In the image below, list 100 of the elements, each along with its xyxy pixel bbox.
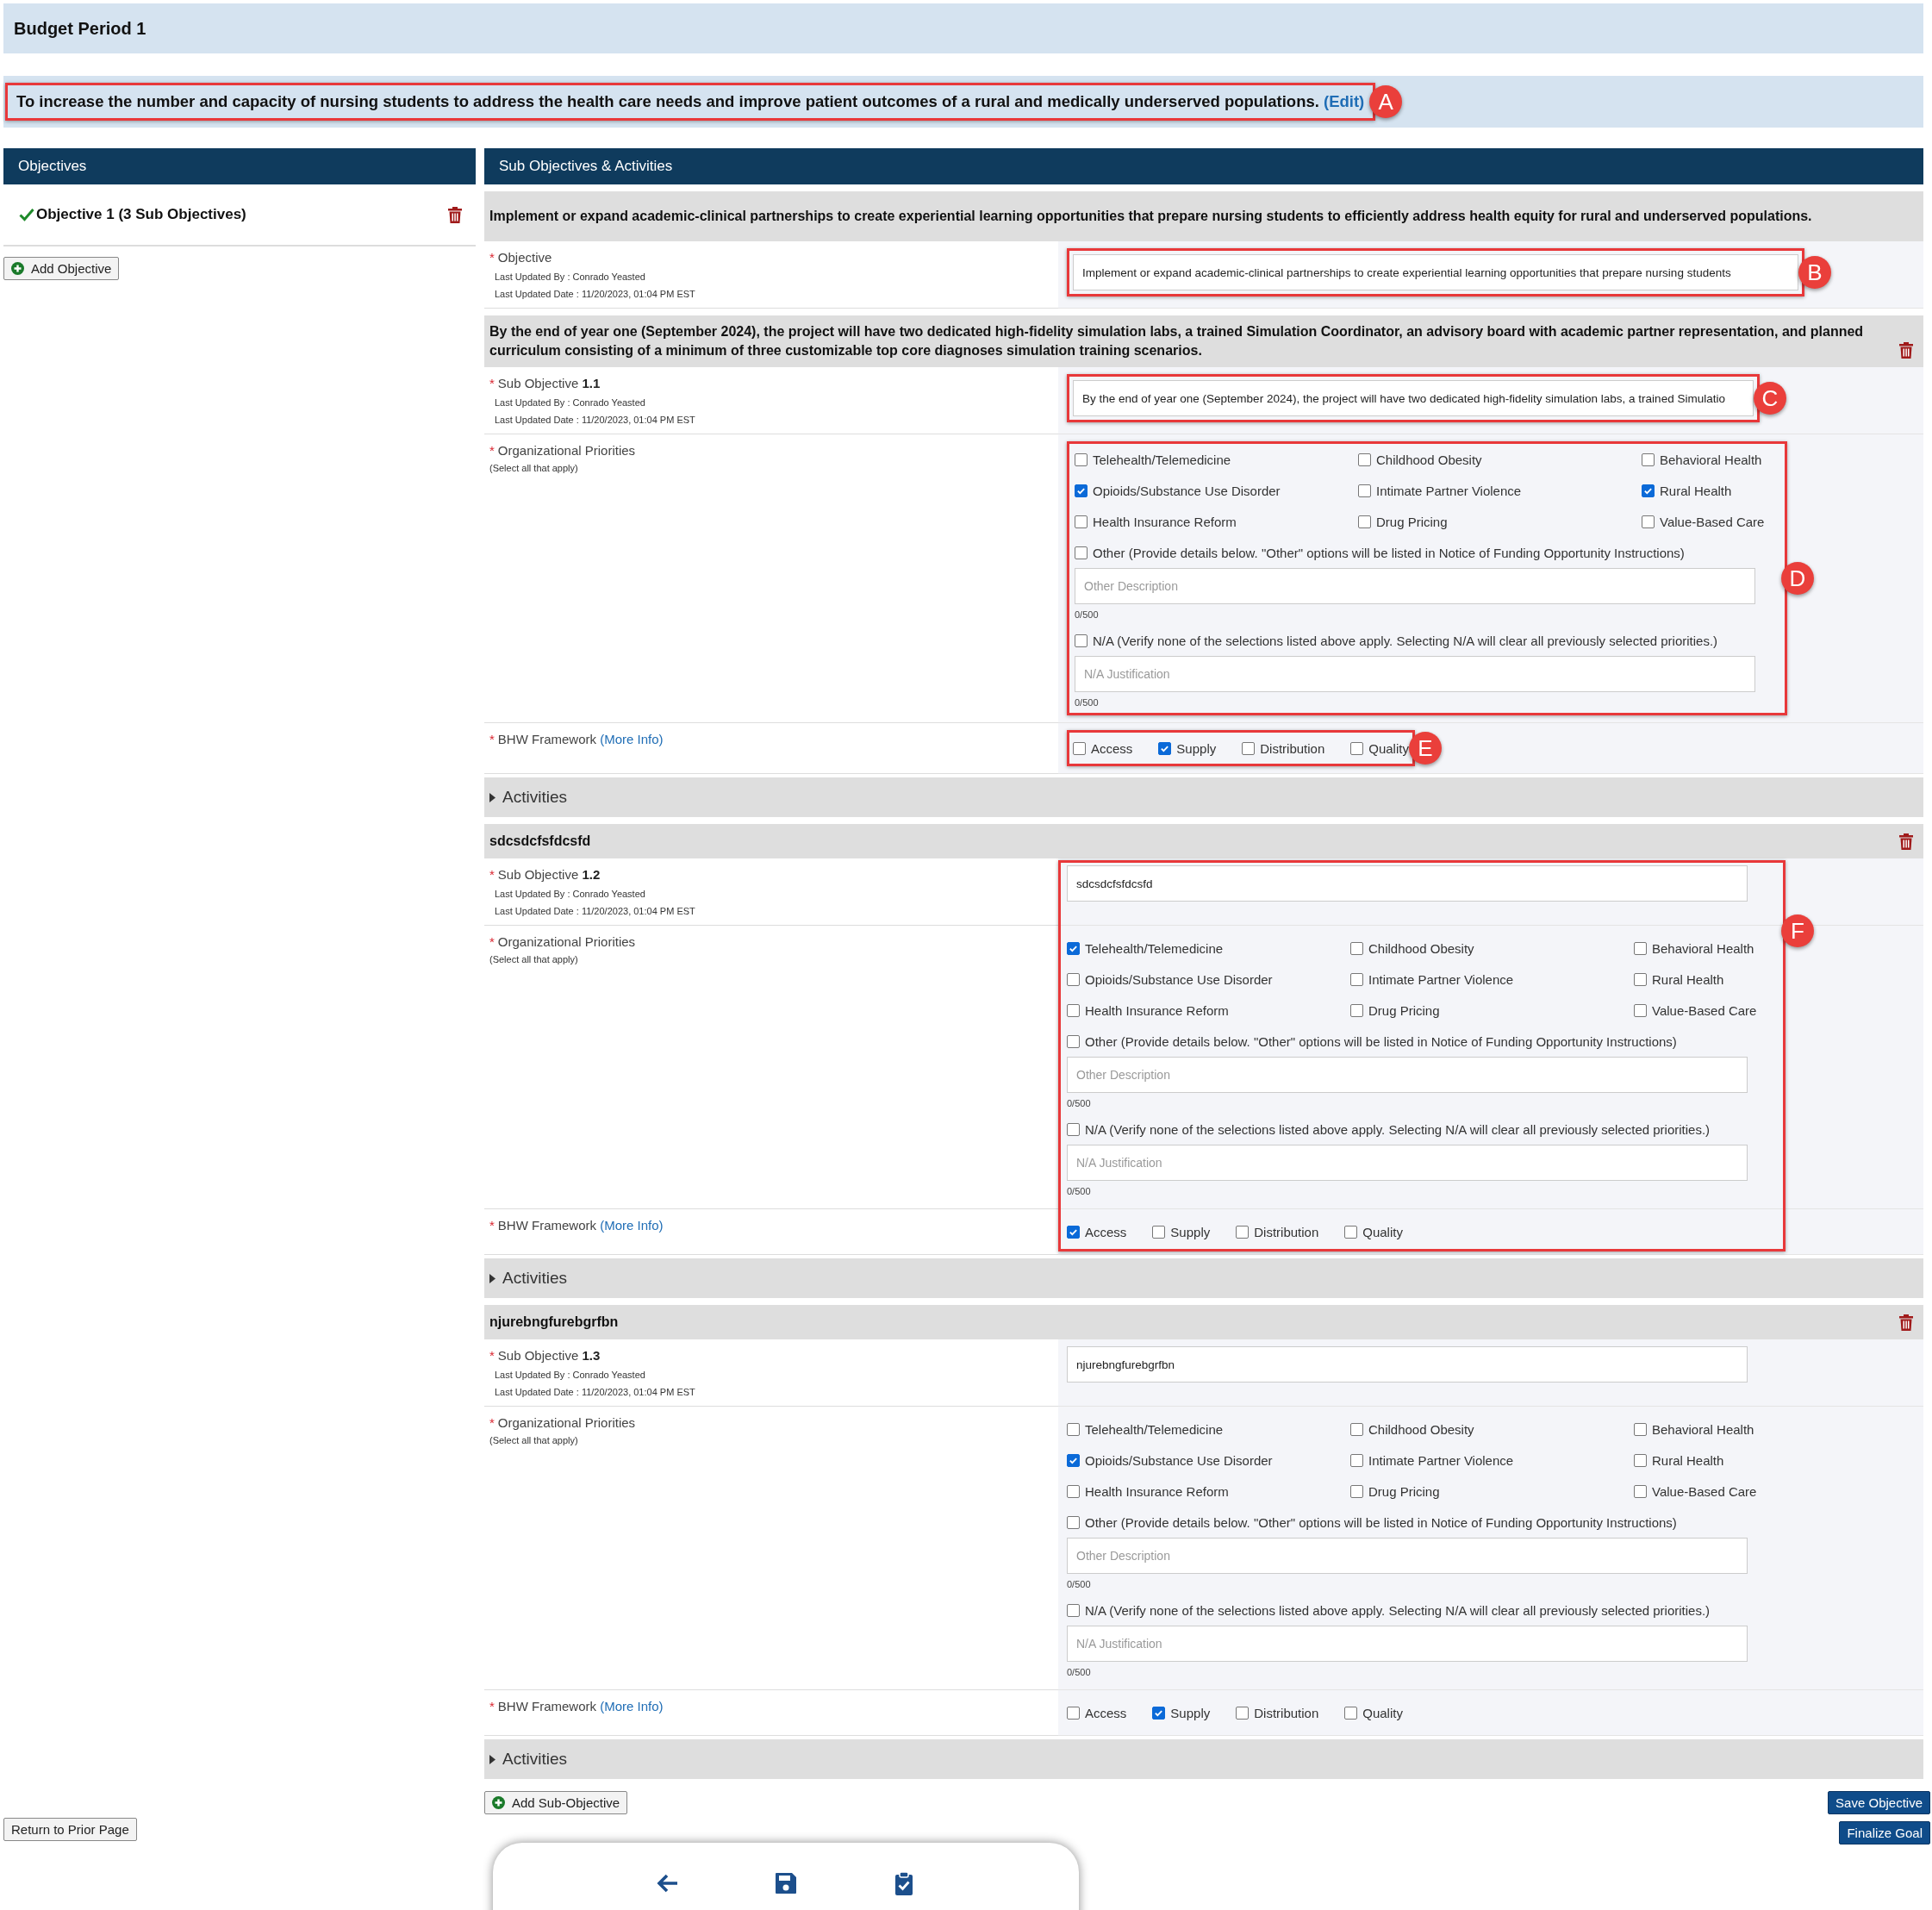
- checkbox-label: Childhood Obesity: [1368, 940, 1474, 956]
- checkbox[interactable]: [1358, 484, 1371, 497]
- checkbox[interactable]: [1350, 1484, 1363, 1498]
- checkbox[interactable]: [1642, 484, 1655, 497]
- checkbox[interactable]: [1634, 972, 1647, 986]
- checkbox[interactable]: [1634, 941, 1647, 955]
- checkbox[interactable]: [1067, 1422, 1080, 1436]
- checkbox[interactable]: [1067, 1706, 1080, 1720]
- checkbox[interactable]: [1075, 634, 1088, 647]
- checkbox-label: Supply: [1176, 740, 1217, 756]
- checkbox[interactable]: [1073, 741, 1086, 755]
- checkbox[interactable]: [1152, 1706, 1166, 1720]
- checkbox[interactable]: [1075, 546, 1088, 559]
- required-mark: *: [489, 934, 495, 949]
- checkbox[interactable]: [1350, 1422, 1363, 1436]
- checkbox[interactable]: [1642, 515, 1655, 528]
- checkbox[interactable]: [1642, 453, 1655, 466]
- meta-text: Last Updated By : Conrado Yeasted: [495, 889, 646, 899]
- required-mark: *: [489, 732, 495, 746]
- checkbox[interactable]: [1634, 1422, 1647, 1436]
- activities-bar[interactable]: Activities: [484, 1739, 1923, 1779]
- checkbox[interactable]: [1634, 1484, 1647, 1498]
- trash-icon[interactable]: [448, 206, 462, 223]
- return-button[interactable]: Return to Prior Page: [3, 1818, 137, 1841]
- field-label: * BHW Framework (More Info): [489, 1218, 664, 1233]
- checkbox[interactable]: [1067, 1515, 1080, 1529]
- checkbox[interactable]: [1067, 1034, 1080, 1048]
- activities-bar[interactable]: Activities: [484, 1258, 1923, 1298]
- checkbox[interactable]: [1158, 741, 1172, 755]
- add-button[interactable]: Add Sub-Objective: [484, 1791, 628, 1814]
- checkbox[interactable]: [1067, 1484, 1080, 1498]
- required-mark: *: [489, 1415, 495, 1430]
- save-button[interactable]: Save Objective: [1828, 1791, 1930, 1814]
- more-info-link[interactable]: (More Info): [600, 1218, 664, 1233]
- plus-icon: [11, 262, 24, 275]
- checkbox[interactable]: [1067, 972, 1080, 986]
- check-icon: [1069, 1227, 1078, 1237]
- checkbox-label: Drug Pricing: [1368, 1483, 1440, 1499]
- hint-text: (Select all that apply): [489, 954, 579, 964]
- checkbox[interactable]: [1067, 1003, 1080, 1017]
- sub-objective-title: By the end of year one (September 2024), the project will have two dedicated high-fidelity simulation labs, a trained Simulation Coordinator, an advisory board with academic partner representation, and planned curriculum consisting of a minimum of three customizable top core diagnoses simulation training scenarios.: [489, 323, 1865, 359]
- checkbox[interactable]: [1075, 484, 1088, 497]
- checkbox[interactable]: [1350, 1003, 1363, 1017]
- checkbox-label: Drug Pricing: [1376, 514, 1448, 529]
- required-mark: *: [489, 250, 495, 265]
- checkbox[interactable]: [1242, 741, 1256, 755]
- checkbox[interactable]: [1236, 1225, 1250, 1239]
- checkbox-label: N/A (Verify none of the selections listed above apply. Selecting N/A will clear all previously selected priorities.): [1093, 633, 1718, 648]
- save-icon[interactable]: [773, 1870, 799, 1896]
- sub-objective-title: njurebngfurebgrfbn: [489, 1314, 620, 1331]
- add-button[interactable]: Add Objective: [3, 257, 120, 280]
- objective-item[interactable]: Objective 1 (3 Sub Objectives): [3, 184, 476, 247]
- checkbox[interactable]: [1344, 1225, 1358, 1239]
- checkbox[interactable]: [1067, 1603, 1080, 1617]
- input-field[interactable]: Implement or expand academic-clinical partnerships to create experiential learning opportunities that prepare nursing students: [1073, 254, 1798, 290]
- checkbox[interactable]: [1067, 1225, 1080, 1239]
- input-field[interactable]: sdcsdcfsfdcsfd: [1067, 865, 1748, 902]
- more-info-link[interactable]: (More Info): [600, 732, 664, 746]
- activities-bar[interactable]: Activities: [484, 777, 1923, 817]
- checkbox[interactable]: [1350, 972, 1363, 986]
- more-info-link[interactable]: (More Info): [600, 1699, 664, 1713]
- checkbox-label: Rural Health: [1660, 483, 1732, 498]
- checkbox[interactable]: [1634, 1003, 1647, 1017]
- character-counter: 0/500: [1067, 1186, 1092, 1196]
- edit-link[interactable]: (Edit): [1324, 92, 1365, 110]
- field-label: * Sub Objective 1.2: [489, 867, 601, 882]
- checkbox[interactable]: [1236, 1706, 1250, 1720]
- meta-text: Last Updated Date : 11/20/2023, 01:04 PM EST: [495, 415, 696, 425]
- input-field[interactable]: njurebngfurebgrfbn: [1067, 1346, 1748, 1383]
- trash-icon[interactable]: [1899, 1314, 1913, 1331]
- checkbox[interactable]: [1344, 1706, 1358, 1720]
- annotation-badge: C: [1754, 382, 1786, 415]
- check-icon: [1160, 743, 1170, 753]
- checkbox-label: N/A (Verify none of the selections listed above apply. Selecting N/A will clear all previously selected priorities.): [1085, 1121, 1711, 1137]
- checkbox-label: Other (Provide details below. "Other" options will be listed in Notice of Funding Opportunity Instructions): [1093, 545, 1685, 560]
- annotation-badge: A: [1369, 85, 1403, 118]
- checkbox[interactable]: [1350, 1453, 1363, 1467]
- checkbox[interactable]: [1075, 515, 1088, 528]
- annotation-badge: D: [1781, 562, 1814, 595]
- input-field[interactable]: By the end of year one (September 2024), the project will have two dedicated high-fidelity simulation labs, a trained Simulatio: [1073, 380, 1754, 416]
- checkbox[interactable]: [1067, 1122, 1080, 1136]
- checkbox-label: Other (Provide details below. "Other" options will be listed in Notice of Funding Opportunity Instructions): [1085, 1033, 1677, 1049]
- trash-icon[interactable]: [1899, 833, 1913, 850]
- field-label: * Organizational Priorities: [489, 934, 637, 949]
- meta-text: Last Updated By : Conrado Yeasted: [495, 397, 646, 408]
- finalize-button[interactable]: Finalize Goal: [1839, 1821, 1930, 1844]
- checkbox[interactable]: [1075, 453, 1088, 466]
- checkbox[interactable]: [1358, 515, 1371, 528]
- checkbox[interactable]: [1067, 1453, 1080, 1467]
- checkbox[interactable]: [1067, 941, 1080, 955]
- checkbox-label: Intimate Partner Violence: [1368, 1452, 1514, 1468]
- trash-icon[interactable]: [1899, 342, 1913, 359]
- checkbox[interactable]: [1350, 741, 1364, 755]
- checkbox-label: Distribution: [1254, 1224, 1319, 1239]
- checkbox[interactable]: [1358, 453, 1371, 466]
- checkbox-label: Behavioral Health: [1652, 1421, 1754, 1437]
- checkbox[interactable]: [1152, 1225, 1166, 1239]
- meta-text: Last Updated Date : 11/20/2023, 01:04 PM EST: [495, 906, 696, 916]
- checkbox[interactable]: [1634, 1453, 1647, 1467]
- checkbox[interactable]: [1350, 941, 1363, 955]
